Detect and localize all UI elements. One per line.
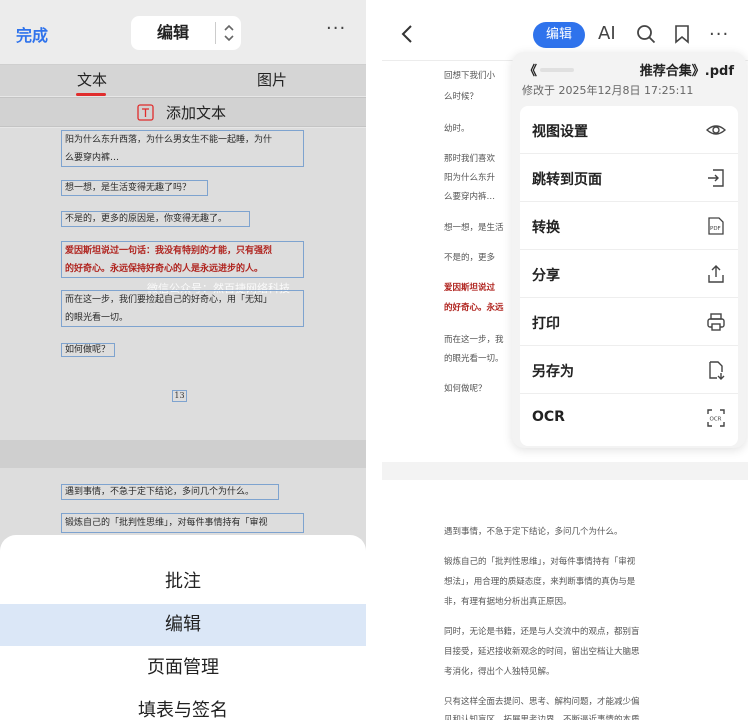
menu-item-jump-to-page[interactable]: 跳转到页面 — [520, 154, 738, 202]
back-icon[interactable] — [400, 24, 414, 44]
action-sheet: 批注 编辑 页面管理 填表与签名 — [0, 535, 366, 720]
svg-text:OCR: OCR — [710, 417, 722, 423]
bookmark-icon[interactable] — [674, 24, 690, 44]
text-box[interactable]: 遇到事情，不急于定下结论，多问几个为什么。 — [61, 484, 279, 500]
edit-tabs: 文本 图片 — [0, 64, 366, 96]
document-page: 阳为什么东升西落，为什么男女生不能一起睡，为什 么要穿内裤… 想一想，是生活变得… — [0, 128, 366, 440]
menu-item-label: OCR — [532, 409, 565, 425]
sheet-item-page-management[interactable]: 页面管理 — [0, 647, 366, 689]
text-line: 想法」，用合理的质疑态度，来判断事情的真伪与是 — [444, 577, 636, 587]
text-line: 阳为什么东升西落，为什么男女生不能一起睡，为什 — [65, 135, 273, 145]
sheet-item-edit[interactable]: 编辑 — [0, 604, 366, 646]
jump-to-page-icon — [708, 169, 724, 187]
menu-item-share[interactable]: 分享 — [520, 250, 738, 298]
text-line: 锻炼自己的「批判性思维」，对每件事情持有「审视 — [444, 557, 636, 567]
text-line: 想一想，是生活 — [444, 223, 504, 233]
right-screen: 编辑 AI ··· 回想下我们小 么时候？ 幼时。 那时我们喜欢 阳为什么东升 … — [382, 0, 748, 720]
file-name: 推荐合集》.pdf — [639, 64, 734, 79]
more-icon[interactable]: ··· — [326, 18, 346, 39]
redacted-title — [540, 68, 574, 72]
page-separator — [0, 440, 366, 468]
mode-label: 编辑 — [156, 23, 189, 42]
more-menu: 《 推荐合集》.pdf 修改于 2025年12月8日 17:25:11 视图设置… — [512, 52, 746, 448]
text-box[interactable]: 锻炼自己的「批判性思维」，对每件事情持有「审视 — [61, 513, 304, 533]
add-text-button[interactable]: 添加文本 — [0, 97, 366, 127]
text-line: 如何做呢？ — [444, 384, 487, 394]
divider — [215, 22, 216, 44]
share-icon — [708, 265, 724, 283]
sheet-item-annotate[interactable]: 批注 — [0, 561, 366, 603]
eye-icon — [706, 125, 726, 135]
text-line: 的眼光看一切。 — [444, 354, 504, 364]
text-line: 非，有理有据地分析出真正原因。 — [444, 597, 572, 607]
text-line: 只有这样全面去提问、思考、解构问题，才能减少偏 — [444, 697, 640, 707]
ai-button[interactable]: AI — [598, 23, 616, 44]
menu-item-convert[interactable]: 转换 PDF — [520, 202, 738, 250]
menu-item-label: 另存为 — [532, 364, 574, 380]
text-line: 而在这一步，我 — [444, 335, 504, 345]
menu-item-label: 转换 — [532, 220, 560, 236]
pdf-convert-icon: PDF — [708, 217, 724, 235]
text-line: 么时候？ — [444, 92, 479, 102]
add-text-label: 添加文本 — [166, 104, 227, 122]
menu-item-view-settings[interactable]: 视图设置 — [520, 106, 738, 154]
text-line: 爱因斯坦说过一句话：我没有特别的才能，只有强烈 — [65, 246, 273, 256]
text-box[interactable]: 想一想，是生活变得无趣了吗？ — [61, 180, 208, 196]
menu-item-label: 打印 — [532, 316, 560, 332]
page-separator — [382, 462, 748, 480]
menu-item-label: 跳转到页面 — [532, 172, 602, 188]
ocr-icon: OCR — [707, 409, 725, 427]
text-line: 同时，无论是书籍，还是与人交流中的观点，都别盲 — [444, 627, 640, 637]
text-line: 爱因斯坦说过 — [444, 283, 496, 293]
modified-time: 修改于 2025年12月8日 17:25:11 — [522, 84, 694, 97]
text-line: 的好奇心。永远保持好奇心的人是永远进步的人。 — [65, 264, 264, 274]
sheet-item-fill-and-sign[interactable]: 填表与签名 — [0, 690, 366, 720]
menu-item-save-as[interactable]: 另存为 — [520, 346, 738, 394]
text-box[interactable]: 爱因斯坦说过一句话：我没有特别的才能，只有强烈 的好奇心。永远保持好奇心的人是永… — [61, 241, 304, 278]
save-as-icon — [709, 361, 725, 380]
add-text-icon — [137, 104, 154, 121]
text-box[interactable]: 如何做呢？ — [61, 343, 115, 357]
search-icon[interactable] — [636, 24, 656, 44]
tab-text[interactable]: 文本 — [77, 69, 107, 90]
text-line: 那时我们喜欢 — [444, 154, 496, 164]
menu-list: 视图设置 跳转到页面 转换 PDF 分享 打印 另存为 OCR OCR — [520, 106, 738, 446]
menu-item-label: 分享 — [532, 268, 560, 284]
text-line: 阳为什么东升 — [444, 173, 496, 183]
printer-icon — [707, 313, 725, 331]
svg-text:PDF: PDF — [710, 226, 721, 232]
more-icon[interactable]: ··· — [709, 24, 729, 45]
text-line: 幼时。 — [444, 124, 470, 134]
menu-item-ocr[interactable]: OCR OCR — [520, 394, 738, 442]
text-line: 见和认知盲区，拓展思考边界，不断逼近事情的本质 — [444, 715, 640, 720]
mode-switcher[interactable]: 编辑 — [131, 16, 241, 50]
active-tab-indicator — [76, 93, 106, 96]
menu-item-label: 视图设置 — [532, 124, 588, 140]
top-toolbar: 完成 编辑 ··· — [0, 0, 366, 64]
tab-image[interactable]: 图片 — [257, 69, 287, 90]
menu-item-print[interactable]: 打印 — [520, 298, 738, 346]
file-title-prefix: 《 — [524, 64, 538, 79]
chevron-up-down-icon[interactable] — [217, 16, 241, 50]
text-box[interactable]: 阳为什么东升西落，为什么男女生不能一起睡，为什 么要穿内裤… — [61, 130, 304, 167]
text-line: 的好奇心。永远 — [444, 303, 504, 313]
text-line: 回想下我们小 — [444, 71, 496, 81]
text-line: 不是的，更多 — [444, 253, 496, 263]
text-box[interactable]: 而在这一步，我们要捡起自己的好奇心，用「无知」 的眼光看一切。 — [61, 290, 304, 327]
text-line: 目接受，延迟接收新观念的时间，留出空档让大脑思 — [444, 647, 640, 657]
left-screen: 完成 编辑 ··· 文本 图片 添加文本 阳为什么东升西落，为什么男女生不能一起… — [0, 0, 366, 720]
text-box[interactable]: 不是的，更多的原因是，你变得无趣了。 — [61, 211, 250, 227]
text-line: 的眼光看一切。 — [65, 313, 129, 323]
text-line: 考消化，得出个人独特见解。 — [444, 667, 555, 677]
menu-header: 《 推荐合集》.pdf — [512, 60, 746, 80]
done-button[interactable]: 完成 — [16, 22, 48, 46]
text-line: 么要穿内裤… — [65, 153, 120, 163]
text-line: 遇到事情，不急于定下结论，多问几个为什么。 — [444, 527, 623, 537]
edit-button[interactable]: 编辑 — [533, 22, 585, 48]
text-line: 而在这一步，我们要捡起自己的好奇心，用「无知」 — [65, 295, 273, 305]
page-number: 13 — [172, 390, 187, 402]
text-line: 么要穿内裤… — [444, 192, 496, 202]
